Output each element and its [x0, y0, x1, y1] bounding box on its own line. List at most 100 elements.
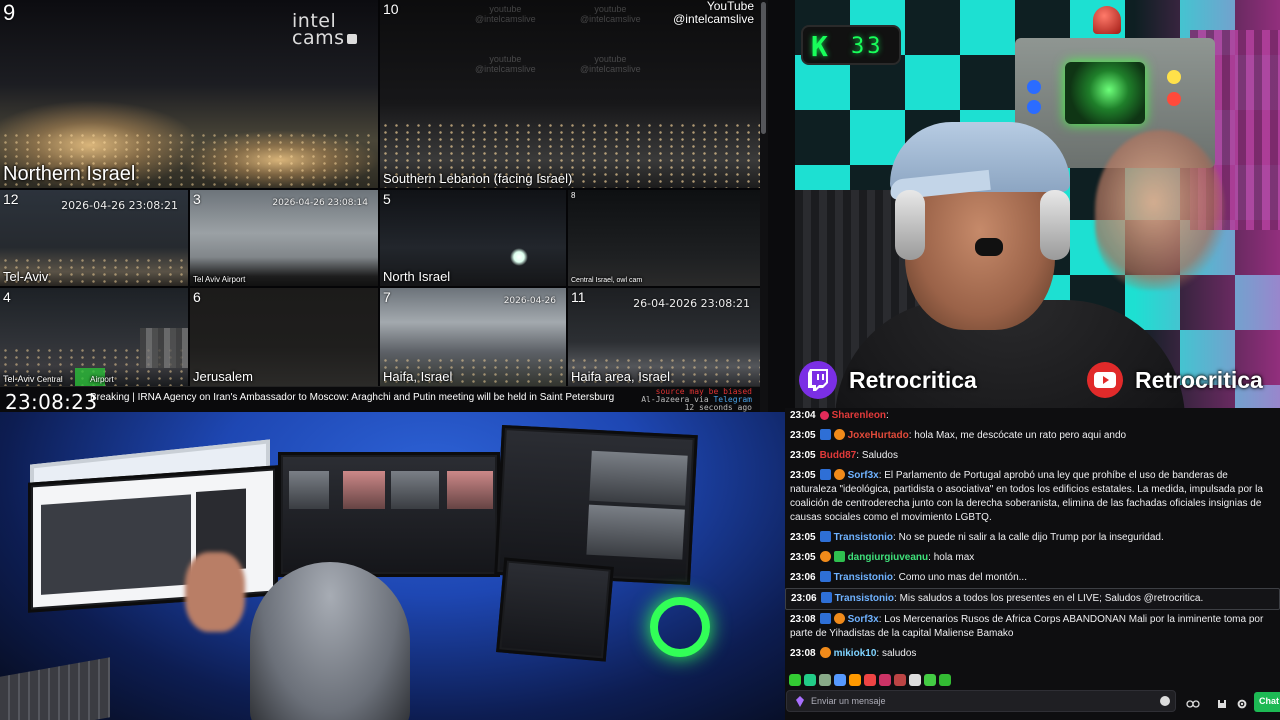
save-icon[interactable]: [1217, 696, 1227, 708]
cam-southern-lebanon: 10 Southern Lebanon (facing Israel) yout…: [380, 0, 760, 188]
cam-number: 4: [3, 289, 11, 305]
scrollbar-thumb[interactable]: [761, 2, 766, 134]
gear-icon[interactable]: [1237, 696, 1247, 709]
chat-text: No se puede ni salir a la calle dijo Tru…: [898, 532, 1164, 543]
chat-message: 23:05 Transistonio: No se puede ni salir …: [790, 531, 1164, 543]
intelcams-logo: intel cams: [292, 12, 357, 48]
cam-number: 6: [193, 289, 201, 305]
microphone: [975, 238, 1003, 256]
prime-badge-icon: [819, 531, 831, 542]
ticker-headline: Breaking | IRNA Agency on Iran's Ambassa…: [90, 392, 615, 403]
cam-number: 11: [571, 289, 586, 305]
chat-text: hola Max, me descócate un rato pero aqui…: [914, 430, 1127, 441]
siren-light: [1093, 6, 1121, 34]
watermark: youtube @intelcamslive: [475, 4, 536, 24]
prime-badge-icon: [820, 592, 832, 603]
cam-haifa: 7 2026-04-26 Haifa, Israel: [380, 288, 566, 386]
twitch-icon: [799, 361, 837, 399]
cam-label: Northern Israel: [3, 163, 136, 185]
chat-message-list[interactable]: 23:04 Sharenleon: 23:05 JoxeHurtado: hola …: [785, 408, 1280, 670]
chat-message: 23:05 Sorf3x: El Parlamento de Portugal a…: [790, 469, 1263, 523]
cam-haifa-area: 11 26-04-2026 23:08:21 Haifa area, Israe…: [568, 288, 760, 386]
headset: [895, 190, 925, 260]
cam-label: Southern Lebanon (facing Israel): [383, 171, 573, 186]
chat-username[interactable]: dangiurgiuveanu: [848, 552, 929, 563]
chat-text: saludos: [881, 648, 917, 659]
cam-tel-aviv: 12 2026-04-26 23:08:21 Tel-Aviv: [0, 190, 188, 286]
twitch-brand: Retrocritica: [799, 361, 977, 399]
kill-counter: K 33: [801, 25, 901, 65]
chat-text: Mis saludos a todos los presentes en el …: [899, 593, 1204, 604]
chat-message: 23:04 Sharenleon:: [790, 410, 889, 421]
coin-badge-icon: [819, 647, 831, 658]
coin-badge-icon: [833, 429, 845, 440]
cam-number: 9: [3, 0, 16, 25]
youtube-brand: Retrocritica: [1087, 362, 1263, 398]
chat-input-field[interactable]: [811, 693, 1141, 709]
cam-central-israel: 8 Central Israel, owl cam: [568, 190, 760, 286]
pc-fan: [650, 597, 710, 657]
watermark: youtube @intelcamslive: [580, 54, 641, 74]
chat-text: hola max: [933, 552, 975, 563]
cam-timestamp: 2026-04-26 23:08:14: [272, 198, 368, 208]
chat-timestamp: 23:04: [790, 410, 816, 421]
chat-message: 23:06 Transistonio: Mis saludos a todos l…: [785, 588, 1280, 610]
gift-badge-icon: [833, 551, 845, 562]
twitch-channel-name: Retrocritica: [849, 366, 977, 393]
chat-username[interactable]: Transistonio: [834, 532, 893, 543]
cam-number: 8: [571, 191, 576, 200]
youtube-icon: [1087, 362, 1123, 398]
chat-timestamp: 23:05: [790, 430, 816, 441]
streamer-hand: [1095, 130, 1225, 290]
cam-number: 10: [383, 1, 399, 17]
cam-label: Tel-Aviv: [3, 269, 49, 284]
chat-message: 23:05 JoxeHurtado: hola Max, me descócate…: [790, 429, 1127, 441]
stream-frame: 9 Northern Israel 10 Southern Lebanon (f…: [0, 0, 1280, 720]
prime-badge-icon: [819, 613, 831, 624]
prime-badge-icon: [819, 429, 831, 440]
news-ticker: 23:08:23 Breaking | IRNA Agency on Iran'…: [0, 386, 760, 414]
chat-timestamp: 23:05: [790, 450, 816, 461]
chat-username[interactable]: Sorf3x: [848, 614, 879, 625]
emote-bar[interactable]: [789, 674, 951, 688]
chat-message: 23:08 mikiok10: saludos: [790, 647, 917, 659]
chat-username[interactable]: mikiok10: [834, 648, 877, 659]
twitch-chat: 23:04 Sharenleon: 23:05 JoxeHurtado: hola …: [785, 408, 1280, 720]
chat-message: 23:05 dangiurgiuveanu: hola max: [790, 551, 975, 563]
cam-label: North Israel: [383, 269, 451, 284]
chat-username[interactable]: Transistonio: [834, 572, 893, 583]
chat-username[interactable]: Budd87: [820, 450, 857, 461]
chat-send-button[interactable]: Chat: [1254, 692, 1280, 712]
cam-number: 3: [193, 191, 201, 207]
prime-badge-icon: [819, 571, 831, 582]
coin-badge-icon: [819, 551, 831, 562]
emote-picker-icon[interactable]: [1160, 696, 1170, 706]
cam-label: Haifa area, Israel: [571, 369, 670, 384]
headset: [1040, 190, 1070, 260]
chat-message: 23:08 Sorf3x: Los Mercenarios Rusos de Af…: [790, 613, 1264, 639]
chat-username[interactable]: JoxeHurtado: [848, 430, 909, 441]
cam-tel-aviv-central: 4 Tel-Aviv Central Airport: [0, 288, 188, 386]
chat-timestamp: 23:06: [790, 572, 816, 583]
chat-text: Saludos: [861, 450, 898, 461]
heart-badge-icon: [819, 411, 829, 420]
cam-timestamp: 2026-04-26 23:08:21: [61, 199, 178, 212]
bits-icon[interactable]: [796, 696, 804, 707]
prime-badge-icon: [819, 469, 831, 480]
cam-timestamp: 2026-04-26: [503, 296, 556, 306]
chat-timestamp: 23:06: [791, 593, 817, 604]
chat-timestamp: 23:05: [790, 532, 816, 543]
chat-username[interactable]: Sorf3x: [848, 470, 879, 481]
cam-number: 5: [383, 191, 391, 207]
cam-number: 7: [383, 289, 391, 305]
channel-points-icon[interactable]: [1186, 696, 1200, 708]
chat-username[interactable]: Transistonio: [835, 593, 894, 604]
chat-input[interactable]: [786, 690, 1176, 712]
desk-webcam: [0, 412, 785, 720]
watermark: youtube @intelcamslive: [580, 4, 641, 24]
chat-username[interactable]: Sharenleon: [832, 410, 886, 421]
cam-tel-aviv-airport: 3 2026-04-26 23:08:14 Tel Aviv Airport: [190, 190, 378, 286]
chat-message: 23:06 Transistonio: Como uno mas del mont…: [790, 571, 1027, 583]
cam-label: Tel-Aviv Central Airport: [3, 374, 114, 384]
coin-badge-icon: [833, 469, 845, 480]
